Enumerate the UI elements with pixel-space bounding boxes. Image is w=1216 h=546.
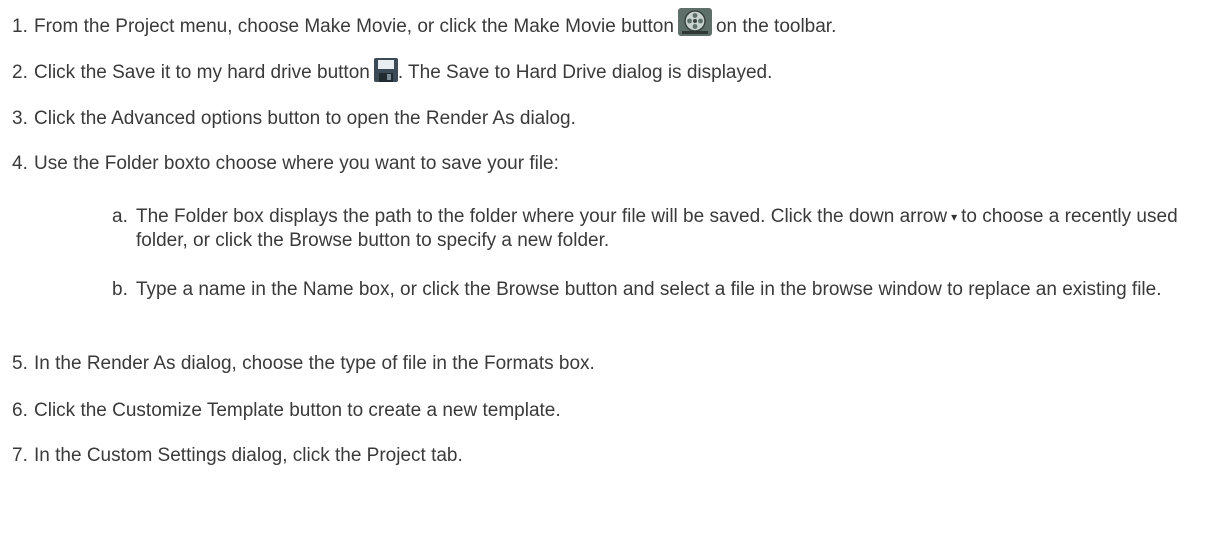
substep-text: Type a name in the Name box, or click th…: [136, 279, 1162, 300]
step-text: Click the Save it to my hard drive butto…: [34, 62, 370, 83]
step-number: 3.: [12, 108, 28, 129]
substep-letter: b.: [112, 279, 128, 300]
step-number: 6.: [12, 400, 28, 421]
floppy-disk-icon: [373, 58, 398, 82]
step-4: 4. Use the Folder boxto choose where you …: [0, 152, 559, 176]
step-number: 7.: [12, 445, 28, 466]
substep-text: The Folder box displays the path to the …: [136, 206, 1178, 251]
step-2: 2. Click the Save it to my hard drive but…: [0, 58, 772, 85]
step-text: on the toolbar.: [715, 16, 837, 37]
substep-a: a. The Folder box displays the path to t…: [0, 205, 1216, 255]
substep-letter: a.: [112, 206, 128, 227]
step-number: 1.: [12, 16, 28, 37]
make-movie-icon: [677, 8, 712, 36]
step-text: Click the Customize Template button to c…: [34, 400, 561, 421]
step-number: 2.: [12, 62, 28, 83]
step-number: 5.: [12, 353, 28, 374]
step-text: Use the Folder boxto choose where you wa…: [34, 153, 559, 174]
step-7: 7. In the Custom Settings dialog, click t…: [0, 444, 463, 468]
step-number: 4.: [12, 153, 28, 174]
step-5: 5. In the Render As dialog, choose the ty…: [0, 352, 595, 376]
down-arrow-icon: ▾: [951, 210, 958, 224]
step-1: 1. From the Project menu, choose Make Mov…: [0, 8, 836, 39]
step-text: . The Save to Hard Drive dialog is displ…: [397, 62, 773, 83]
substep-b: b. Type a name in the Name box, or click…: [0, 278, 1216, 328]
step-3: 3. Click the Advanced options button to o…: [0, 107, 576, 131]
step-text: In the Render As dialog, choose the type…: [34, 353, 595, 374]
step-text: From the Project menu, choose Make Movie…: [34, 16, 674, 37]
step-text: In the Custom Settings dialog, click the…: [34, 445, 463, 466]
step-text: Click the Advanced options button to ope…: [34, 108, 576, 129]
step-6: 6. Click the Customize Template button to…: [0, 399, 561, 423]
